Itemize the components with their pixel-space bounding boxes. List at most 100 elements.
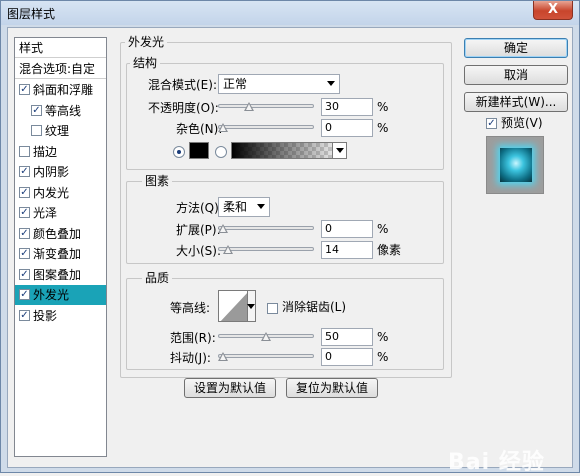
chevron-down-icon xyxy=(257,204,265,209)
noise-slider-thumb[interactable] xyxy=(218,123,228,132)
style-item-label: 纹理 xyxy=(45,124,70,138)
style-item[interactable]: 纹理 xyxy=(15,121,106,141)
size-slider[interactable] xyxy=(218,245,314,254)
style-item-checkbox[interactable]: ✓ xyxy=(19,166,30,177)
jitter-input[interactable]: 0 xyxy=(321,348,373,366)
structure-title: 结构 xyxy=(130,56,161,70)
range-slider[interactable] xyxy=(218,332,314,341)
style-item-checkbox[interactable]: ✓ xyxy=(19,268,30,280)
spread-slider-track xyxy=(218,226,314,230)
style-item[interactable]: ✓ 内阴影 xyxy=(15,162,106,182)
glow-color-swatch[interactable] xyxy=(189,142,209,159)
style-item-label: 光泽 xyxy=(33,206,58,220)
close-button[interactable]: X xyxy=(533,1,573,20)
size-input[interactable]: 14 xyxy=(321,241,373,259)
method-value: 柔和 xyxy=(223,200,248,214)
style-item-label: 颜色叠加 xyxy=(33,226,82,241)
noise-slider[interactable] xyxy=(218,123,314,132)
style-item[interactable]: ✓ 渐变叠加 xyxy=(15,244,106,264)
style-item-checkbox[interactable]: ✓ xyxy=(19,186,30,198)
new-style-button[interactable]: 新建样式(W)... xyxy=(464,92,568,112)
style-item-checkbox[interactable]: ✓ xyxy=(19,248,30,259)
spread-input[interactable]: 0 xyxy=(321,220,373,238)
style-item-label: 图案叠加 xyxy=(33,267,82,282)
spread-slider[interactable] xyxy=(218,224,314,233)
noise-label: 杂色(N): xyxy=(176,122,223,136)
style-item-checkbox[interactable]: ✓ xyxy=(31,104,42,116)
blend-mode-select[interactable]: 正常 xyxy=(218,74,340,94)
style-item[interactable]: ✓ 光泽 xyxy=(15,203,106,223)
style-item-checkbox[interactable] xyxy=(31,125,42,136)
opacity-slider-thumb[interactable] xyxy=(243,102,254,111)
style-item[interactable]: ✓ 投影 xyxy=(15,306,106,326)
size-label: 大小(S): xyxy=(176,244,222,258)
ok-button[interactable]: 确定 xyxy=(464,38,568,58)
spread-slider-thumb[interactable] xyxy=(218,224,228,233)
style-item-label: 等高线 xyxy=(45,103,82,118)
style-item-checkbox[interactable]: ✓ xyxy=(19,309,30,321)
spread-label: 扩展(P): xyxy=(176,223,221,237)
jitter-slider[interactable] xyxy=(218,352,314,361)
gradient-swatch[interactable] xyxy=(231,142,347,159)
style-item-checkbox[interactable] xyxy=(19,145,30,157)
cancel-button[interactable]: 取消 xyxy=(464,65,568,85)
chevron-down-icon xyxy=(247,304,255,309)
blend-mode-label: 混合模式(E): xyxy=(148,78,217,92)
contour-dropdown[interactable] xyxy=(247,290,256,322)
style-item-label: 外发光 xyxy=(33,288,70,302)
size-unit: 像素 xyxy=(377,243,402,257)
spread-percent: % xyxy=(377,222,389,236)
contour-picker[interactable] xyxy=(218,290,248,322)
style-item-checkbox[interactable]: ✓ xyxy=(19,207,30,218)
blend-options-item[interactable]: 混合选项:自定 xyxy=(15,59,106,79)
style-item-label: 渐变叠加 xyxy=(33,247,82,261)
reset-default-button[interactable]: 复位为默认值 xyxy=(286,378,378,398)
style-list-header[interactable]: 样式 xyxy=(15,38,106,58)
antialias-checkbox[interactable] xyxy=(267,303,278,314)
layer-style-dialog: 图层样式 X 样式 混合选项:自定 ✓ 斜面和浮雕 ✓ 等高线 纹理 描边 ✓ 内阴影 ✓ 内发光… xyxy=(0,0,580,475)
elements-title: 图素 xyxy=(142,174,173,188)
preview-checkbox[interactable]: ✓ xyxy=(486,118,497,129)
opacity-slider[interactable] xyxy=(218,102,314,111)
preview-label: 预览(V) xyxy=(501,116,543,130)
gradient-radio[interactable] xyxy=(215,146,227,158)
opacity-input[interactable]: 30 xyxy=(321,98,373,116)
style-item[interactable]: ✓ 等高线 xyxy=(15,101,106,121)
chevron-down-icon xyxy=(336,148,344,153)
size-slider-thumb[interactable] xyxy=(223,245,234,254)
range-label: 范围(R): xyxy=(170,331,216,345)
style-item-label: 描边 xyxy=(33,144,58,159)
contour-label: 等高线: xyxy=(170,301,211,315)
contour-curve-icon xyxy=(220,293,247,321)
chevron-down-icon xyxy=(327,81,335,86)
style-item[interactable]: ✓ 图案叠加 xyxy=(15,265,106,285)
method-select[interactable]: 柔和 xyxy=(218,197,270,217)
noise-slider-track xyxy=(218,125,314,129)
gradient-dropdown[interactable] xyxy=(332,143,346,158)
style-item[interactable]: ✓ 颜色叠加 xyxy=(15,224,106,244)
style-item-label: 投影 xyxy=(33,308,58,323)
antialias-label: 消除锯齿(L) xyxy=(282,300,347,314)
range-slider-thumb[interactable] xyxy=(261,332,271,341)
style-item-label: 内阴影 xyxy=(33,165,70,179)
style-preview-thumbnail xyxy=(486,136,544,194)
style-item[interactable]: ✓ 内发光 xyxy=(15,183,106,203)
range-input[interactable]: 50 xyxy=(321,328,373,346)
style-item-label: 斜面和浮雕 xyxy=(33,83,94,97)
style-item[interactable]: ✓ 斜面和浮雕 xyxy=(15,80,106,100)
style-item[interactable]: ✓ 外发光 xyxy=(15,285,106,305)
noise-percent: % xyxy=(377,121,389,135)
style-item-label: 内发光 xyxy=(33,185,70,200)
title-bar: 图层样式 X xyxy=(1,1,579,25)
solid-color-radio[interactable] xyxy=(173,146,185,158)
jitter-slider-thumb[interactable] xyxy=(218,352,228,361)
style-item[interactable]: 描边 xyxy=(15,142,106,162)
style-item-checkbox[interactable]: ✓ xyxy=(19,84,30,95)
style-item-checkbox[interactable]: ✓ xyxy=(19,227,30,239)
style-item-checkbox[interactable]: ✓ xyxy=(19,289,30,300)
outer-glow-title: 外发光 xyxy=(125,35,168,49)
make-default-button[interactable]: 设置为默认值 xyxy=(184,378,276,398)
dialog-body: 样式 混合选项:自定 ✓ 斜面和浮雕 ✓ 等高线 纹理 描边 ✓ 内阴影 ✓ 内发光 ✓ 光泽 ✓ 颜色叠… xyxy=(7,27,573,475)
jitter-percent: % xyxy=(377,350,389,364)
noise-input[interactable]: 0 xyxy=(321,119,373,137)
